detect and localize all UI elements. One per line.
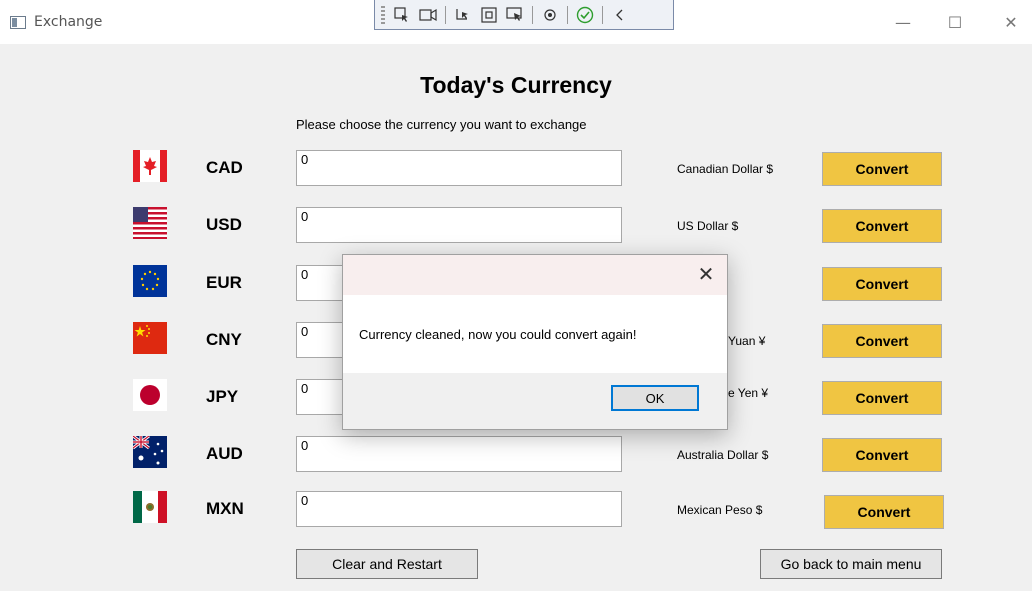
close-button[interactable]: ✕: [996, 10, 1026, 34]
amount-input-mxn[interactable]: 0: [296, 491, 622, 527]
eu-flag-icon: [133, 265, 167, 297]
amount-input-usd[interactable]: 0: [296, 207, 622, 243]
amount-input-aud[interactable]: 0: [296, 436, 622, 472]
message-dialog: ✕ Currency cleaned, now you could conver…: [342, 254, 728, 430]
convert-button-cad[interactable]: Convert: [822, 152, 942, 186]
currency-row-usd: USD 0 US Dollar $ Convert: [10, 202, 1022, 243]
hot-reload-icon[interactable]: [541, 6, 559, 24]
page-subtitle: Please choose the currency you want to e…: [296, 117, 587, 132]
dialog-title-bar: ✕: [343, 255, 727, 295]
title-bar: Exchange — ☐ ✕: [0, 0, 1032, 44]
australia-flag-icon: [132, 434, 167, 468]
convert-button-usd[interactable]: Convert: [822, 209, 942, 243]
clear-and-restart-button[interactable]: Clear and Restart: [296, 549, 478, 579]
toolbar-separator: [567, 5, 568, 24]
convert-button-jpy[interactable]: Convert: [822, 381, 942, 415]
convert-button-aud[interactable]: Convert: [822, 438, 942, 472]
canada-flag-icon: [133, 150, 167, 182]
pointer-icon[interactable]: [454, 6, 472, 24]
dialog-footer: OK: [343, 373, 727, 429]
debug-toolbar: [374, 0, 674, 30]
currency-code: MXN: [206, 499, 244, 518]
currency-row-mxn: MXN 0 Mexican Peso $ Convert: [10, 486, 1022, 529]
select-element-icon[interactable]: [393, 6, 411, 24]
toolbar-separator: [532, 5, 533, 24]
currency-code: CAD: [206, 158, 243, 177]
back-to-main-menu-button[interactable]: Go back to main menu: [760, 549, 942, 579]
exchange-window: Exchange — ☐ ✕ Today's Currency Please c…: [0, 0, 1032, 591]
japan-flag-icon: [133, 379, 167, 411]
currency-name: Yuan ¥: [728, 334, 766, 348]
currency-code: CNY: [206, 330, 242, 349]
convert-button-mxn[interactable]: Convert: [824, 495, 944, 529]
usa-flag-icon: [133, 207, 167, 239]
app-window-icon: [10, 16, 26, 29]
currency-row-cad: CAD 0 Canadian Dollar $ Convert: [10, 145, 1022, 186]
maximize-button[interactable]: ☐: [940, 10, 970, 34]
ok-button[interactable]: OK: [611, 385, 699, 411]
convert-button-cny[interactable]: Convert: [822, 324, 942, 358]
currency-code: AUD: [206, 444, 243, 463]
collapse-icon[interactable]: [611, 6, 629, 24]
currency-name: e Yen ¥: [728, 386, 769, 400]
toolbar-separator: [602, 5, 603, 24]
currency-name: US Dollar $: [677, 219, 739, 233]
mexico-flag-icon: [133, 491, 167, 523]
toolbar-separator: [445, 5, 446, 24]
frame-icon[interactable]: [480, 6, 498, 24]
record-icon[interactable]: [419, 6, 437, 24]
currency-name: Australia Dollar $: [677, 448, 769, 462]
dialog-message: Currency cleaned, now you could convert …: [359, 327, 637, 342]
currency-code: EUR: [206, 273, 242, 292]
toolbar-grip-icon[interactable]: [381, 5, 385, 24]
dialog-close-button[interactable]: ✕: [691, 259, 721, 289]
currency-code: JPY: [206, 387, 239, 406]
minimize-button[interactable]: —: [888, 10, 918, 34]
currency-name: Canadian Dollar $: [677, 162, 774, 176]
amount-input-cad[interactable]: 0: [296, 150, 622, 186]
window-title: Exchange: [34, 14, 103, 30]
china-flag-icon: [133, 322, 167, 354]
currency-row-aud: AUD 0 Australia Dollar $ Convert: [10, 431, 1022, 472]
currency-code: USD: [206, 215, 242, 234]
currency-name: Mexican Peso $: [677, 503, 763, 517]
check-icon[interactable]: [576, 6, 594, 24]
convert-button-eur[interactable]: Convert: [822, 267, 942, 301]
page-title: Today's Currency: [420, 72, 612, 98]
track-focus-icon[interactable]: [506, 6, 524, 24]
